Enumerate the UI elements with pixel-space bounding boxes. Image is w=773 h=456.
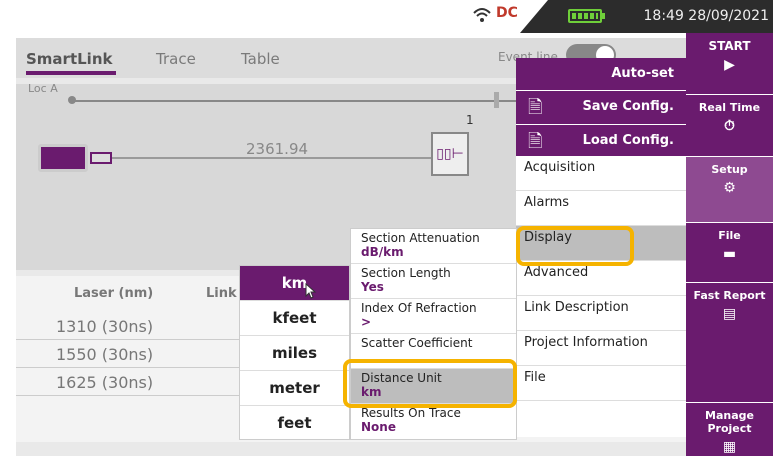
tab-trace[interactable]: Trace [156, 50, 196, 68]
display-highlight [516, 226, 634, 266]
node-number: 1 [466, 113, 474, 127]
section-attenuation-item[interactable]: Section Attenuation dB/km [351, 229, 516, 264]
play-icon: ▶ [724, 57, 735, 73]
loc-a-label: Loc A [28, 82, 58, 95]
fiber-length: 2361.94 [246, 140, 309, 158]
right-sidebar: START ▶ Real Time ⏱ Setup ⚙ File ▬ Fast Repo… [686, 33, 773, 456]
menu-item-project-information[interactable]: Project Information [516, 331, 686, 366]
link-header: Link [206, 286, 237, 301]
start-button[interactable]: START ▶ [686, 33, 773, 95]
load-config-icon: 🗎 [528, 131, 543, 152]
setup-button[interactable]: Setup ⚙ [686, 157, 773, 223]
battery-icon [568, 9, 605, 23]
load-config-button[interactable]: Load Config. [583, 133, 674, 148]
display-submenu: Section Attenuation dB/km Section Length Y… [350, 228, 517, 440]
wifi-icon [472, 6, 494, 26]
mouse-cursor-icon [305, 282, 317, 303]
gear-icon: ⚙ [723, 180, 736, 196]
menu-item-advanced[interactable]: Advanced [516, 261, 686, 296]
menu-item-link-description[interactable]: Link Description [516, 296, 686, 331]
real-time-button[interactable]: Real Time ⏱ [686, 95, 773, 157]
unit-option-km[interactable]: km [240, 266, 349, 301]
grid-icon: ▦ [722, 439, 737, 455]
laser-header: Laser (nm) [74, 286, 154, 301]
location-cursor[interactable] [494, 92, 499, 108]
stopwatch-icon: ⏱ [724, 118, 735, 134]
unit-option-kfeet[interactable]: kfeet [240, 301, 349, 336]
unit-option-meter[interactable]: meter [240, 371, 349, 406]
tab-table[interactable]: Table [241, 50, 280, 68]
auto-set-button[interactable]: Auto-set [611, 66, 674, 81]
menu-item-alarms[interactable]: Alarms [516, 191, 686, 226]
save-config-button[interactable]: Save Config. [582, 99, 674, 114]
distance-unit-picker: km kfeet miles meter feet [239, 265, 350, 440]
menu-header: Auto-set 🗎 Save Config. 🗎 Load Config. [516, 58, 686, 156]
active-tab-indicator [26, 71, 116, 75]
manage-project-button[interactable]: Manage Project ▦ [686, 403, 773, 456]
report-icon: ▤ [722, 306, 737, 322]
connector-icon [90, 152, 112, 164]
unit-option-miles[interactable]: miles [240, 336, 349, 371]
results-on-trace-item[interactable]: Results On Trace None [351, 404, 516, 439]
dc-logo: DC [496, 5, 518, 21]
index-of-refraction-item[interactable]: Index Of Refraction > [351, 299, 516, 334]
section-length-item[interactable]: Section Length Yes [351, 264, 516, 299]
distance-unit-highlight [343, 359, 517, 408]
status-bar: 18:49 28/09/2021 [520, 0, 773, 33]
menu-item-file[interactable]: File [516, 366, 686, 401]
file-button[interactable]: File ▬ [686, 223, 773, 283]
folder-icon: ▬ [722, 246, 737, 262]
save-config-icon: 🗎 [528, 97, 543, 118]
splice-node-icon[interactable]: ▯▯⊢ [431, 132, 469, 176]
location-line [70, 100, 530, 102]
clock: 18:49 28/09/2021 [643, 8, 770, 24]
unit-option-feet[interactable]: feet [240, 406, 349, 441]
otdr-device-icon [38, 144, 88, 172]
menu-item-acquisition[interactable]: Acquisition [516, 156, 686, 191]
tab-smartlink[interactable]: SmartLink [26, 50, 112, 68]
fast-report-button[interactable]: Fast Report ▤ [686, 283, 773, 403]
